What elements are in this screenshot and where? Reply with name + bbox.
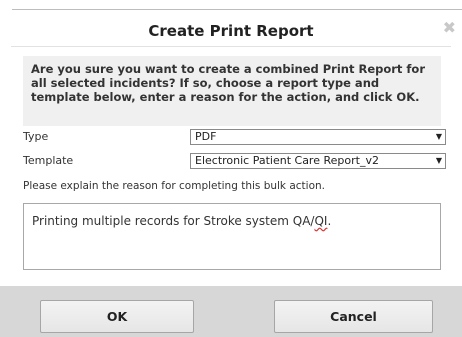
reason-prompt: Please explain the reason for completing… bbox=[23, 180, 326, 192]
reason-text-end: . bbox=[327, 214, 332, 228]
template-select[interactable]: Electronic Patient Care Report_v2 ▼ bbox=[190, 153, 446, 169]
dialog-title: Create Print Report bbox=[148, 22, 314, 40]
type-label: Type bbox=[23, 130, 49, 143]
title-divider bbox=[11, 46, 451, 47]
reason-textarea[interactable]: Printing multiple records for Stroke sys… bbox=[23, 203, 441, 270]
chevron-down-icon: ▼ bbox=[435, 132, 442, 141]
reason-text-misspelled: QI bbox=[314, 214, 328, 228]
ok-button[interactable]: OK bbox=[40, 300, 194, 333]
confirmation-notice: Are you sure you want to create a combin… bbox=[23, 56, 441, 126]
type-select[interactable]: PDF ▼ bbox=[190, 129, 446, 145]
template-label: Template bbox=[23, 154, 74, 167]
close-icon[interactable]: ✖ bbox=[443, 20, 456, 36]
type-select-value: PDF bbox=[195, 130, 217, 143]
dialog-top-border bbox=[12, 9, 462, 10]
reason-text: Printing multiple records for Stroke sys… bbox=[32, 214, 315, 228]
template-select-value: Electronic Patient Care Report_v2 bbox=[195, 154, 379, 167]
cancel-button[interactable]: Cancel bbox=[274, 300, 433, 333]
chevron-down-icon: ▼ bbox=[435, 156, 442, 165]
create-print-report-dialog: Create Print Report ✖ Are you sure you w… bbox=[0, 0, 462, 337]
